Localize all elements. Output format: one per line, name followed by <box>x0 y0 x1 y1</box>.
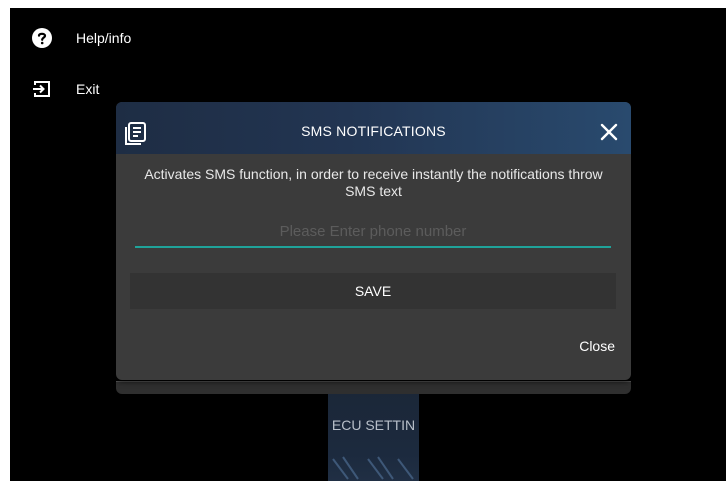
menu-item-label: Help/info <box>76 30 132 46</box>
dialog-title: SMS NOTIFICATIONS <box>301 123 446 139</box>
ecu-settings-tile[interactable]: ECU SETTIN <box>328 391 419 481</box>
menu-item-help[interactable]: Help/info <box>10 23 150 53</box>
dialog-header: SMS NOTIFICATIONS <box>116 102 631 154</box>
sms-notifications-dialog: SMS NOTIFICATIONS Activates SMS function… <box>116 102 631 380</box>
menu-item-label: Exit <box>76 81 100 97</box>
exit-icon <box>33 81 50 97</box>
help-circle-icon <box>32 28 52 48</box>
phone-number-input[interactable] <box>135 216 611 248</box>
tile-pattern <box>332 456 414 480</box>
dialog-shadow-edge <box>116 381 631 394</box>
tile-label: ECU SETTIN <box>331 417 416 433</box>
app-screen: Help/info Exit ECU SETTIN SMS NOTIFICATI… <box>10 8 726 481</box>
dialog-description: Activates SMS function, in order to rece… <box>144 166 603 199</box>
save-button[interactable]: SAVE <box>130 273 616 309</box>
close-icon[interactable] <box>599 122 619 142</box>
menu-item-exit[interactable]: Exit <box>10 74 150 104</box>
close-button[interactable]: Close <box>579 338 615 354</box>
